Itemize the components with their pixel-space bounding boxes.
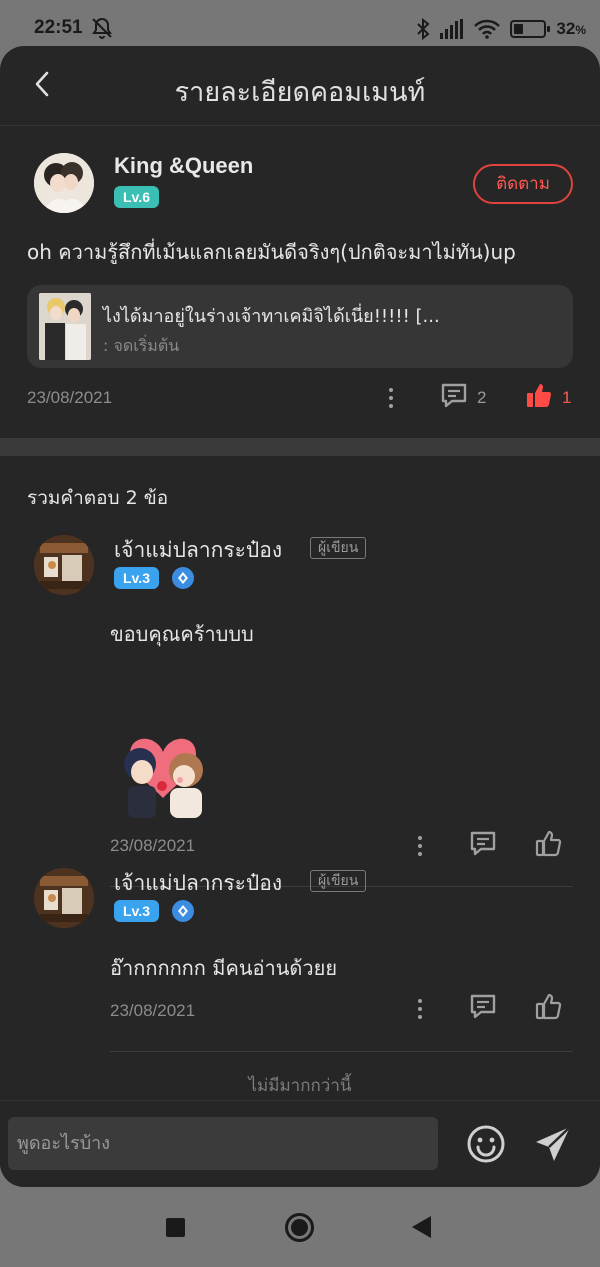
- reply-username[interactable]: เจ้าแม่ปลากระป๋อง: [114, 534, 282, 567]
- author-tag: ผู้เขียน: [310, 870, 367, 892]
- comment-input-bar: [0, 1100, 600, 1187]
- comment-icon: [470, 994, 496, 1019]
- avatar[interactable]: [34, 535, 94, 595]
- like-button[interactable]: [533, 827, 565, 859]
- status-indicators: 32%: [416, 16, 586, 42]
- end-of-list-text: ไม่มีมากกว่านี้: [248, 1076, 352, 1096]
- thumbs-up-icon: [535, 993, 562, 1020]
- status-time: 22:51: [34, 17, 83, 38]
- comment-date: 23/08/2021: [27, 388, 113, 407]
- reply-count: 2: [477, 388, 487, 407]
- thumbs-up-filled-icon: [527, 384, 552, 408]
- avatar-image: [34, 535, 94, 595]
- author-tag: ผู้เขียน: [310, 537, 367, 559]
- comment-detail-sheet: รายละเอียดคอมเมนท์ King &Queen Lv.6 ติดต…: [0, 46, 600, 1187]
- more-options-button[interactable]: [410, 831, 430, 861]
- follow-button[interactable]: ติดตาม: [473, 164, 573, 204]
- reply-button[interactable]: [467, 991, 499, 1023]
- smiley-icon: [467, 1125, 505, 1163]
- reply-username[interactable]: เจ้าแม่ปลากระป๋อง: [114, 867, 282, 900]
- like-button[interactable]: [533, 990, 565, 1022]
- send-icon: [536, 1126, 571, 1161]
- reply-button[interactable]: [467, 828, 499, 860]
- replies-heading: รวมคำตอบ 2 ข้อ: [27, 487, 169, 509]
- page-title: รายละเอียดคอมเมนท์: [174, 77, 426, 108]
- level-badge: Lv.3: [114, 567, 159, 589]
- comment-icon: [441, 383, 467, 408]
- system-nav-bar: [0, 1187, 600, 1267]
- avatar[interactable]: [34, 868, 94, 928]
- sticker-image: [110, 728, 216, 818]
- reply-date: 23/08/2021: [110, 1001, 196, 1020]
- thumbs-up-icon: [535, 830, 562, 857]
- recents-button[interactable]: [166, 1218, 185, 1237]
- bell-off-icon: [92, 17, 112, 39]
- avatar-image: [34, 868, 94, 928]
- more-options-button[interactable]: [410, 994, 430, 1024]
- battery-icon: [510, 20, 551, 38]
- comment-text: oh ความรู้สึกที่เม้นแลกเลยมันดีจริงๆ(ปกต…: [27, 240, 516, 264]
- reply-item: เจ้าแม่ปลากระป๋อง ผู้เขียน Lv.3 ขอบคุณคร…: [0, 534, 600, 855]
- comment-icon: [470, 831, 496, 856]
- username[interactable]: King &Queen: [114, 153, 253, 179]
- emoji-button[interactable]: [466, 1124, 506, 1164]
- level-badge: Lv.3: [114, 900, 159, 922]
- like-button[interactable]: [524, 380, 554, 410]
- story-cover-image: [39, 293, 91, 360]
- wifi-icon: [474, 19, 501, 39]
- reply-text: ขอบคุณคร้าบบบ: [110, 622, 254, 646]
- story-reference-card[interactable]: ไงได้มาอยู่ในร่างเจ้าทาเคมิจิได้เนี่ย!!!…: [27, 285, 573, 368]
- top-bar: รายละเอียดคอมเมนท์: [0, 46, 600, 126]
- system-back-button[interactable]: [412, 1216, 431, 1238]
- send-button[interactable]: [533, 1124, 573, 1164]
- home-button[interactable]: [285, 1213, 314, 1242]
- signal-icon: [440, 19, 464, 39]
- reply-item: เจ้าแม่ปลากระป๋อง ผู้เขียน Lv.3 อ๊ากกกกก…: [0, 867, 600, 1027]
- reply-button[interactable]: [438, 380, 470, 412]
- reply-divider: [110, 1051, 573, 1052]
- bluetooth-icon: [417, 18, 430, 40]
- avatar[interactable]: [34, 153, 94, 213]
- more-options-button[interactable]: [381, 383, 401, 413]
- like-count: 1: [562, 388, 572, 407]
- avatar-image: [34, 153, 94, 213]
- diamond-icon: [172, 900, 194, 922]
- reply-text: อ๊ากกกกกก มีคนอ่านด้วยย: [110, 956, 338, 980]
- battery-percent: 32%: [556, 19, 586, 38]
- reply-date: 23/08/2021: [110, 836, 196, 855]
- battery-level: [514, 24, 524, 34]
- diamond-icon: [172, 567, 194, 589]
- story-chapter: : จดเริ่มต้น: [103, 336, 180, 355]
- section-divider: [0, 438, 600, 456]
- comment-input[interactable]: [8, 1117, 438, 1170]
- level-badge: Lv.6: [114, 186, 159, 208]
- story-title: ไงได้มาอยู่ในร่างเจ้าทาเคมิจิได้เนี่ย!!!…: [103, 306, 440, 327]
- main-comment: King &Queen Lv.6 ติดตาม oh ความรู้สึกที่…: [0, 126, 600, 438]
